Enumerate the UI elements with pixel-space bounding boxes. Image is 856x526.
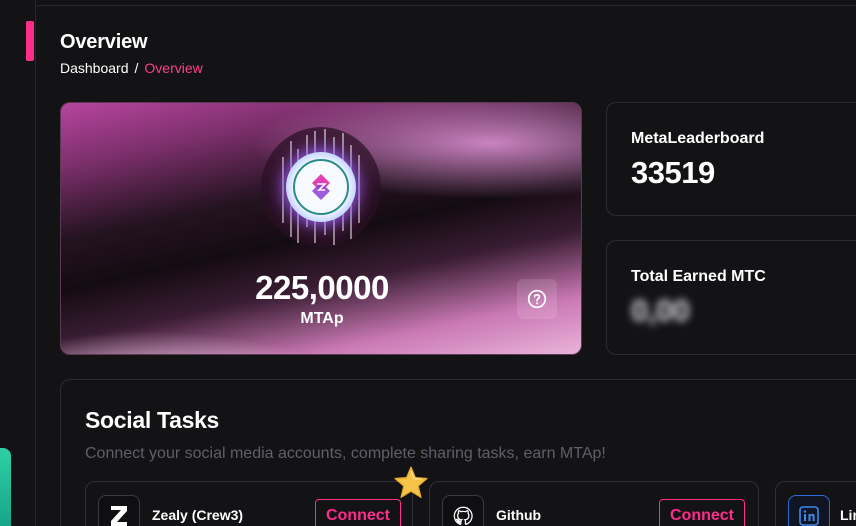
mtap-coin: [261, 127, 381, 247]
github-icon: [442, 495, 484, 526]
stat-value-blurred: 0,00: [631, 293, 690, 328]
stat-label: Total Earned MTC: [631, 268, 766, 285]
balance-unit: MTAp: [300, 310, 344, 327]
metaleaderboard-card: MetaLeaderboard 33519: [606, 102, 856, 216]
task-card-zealy: Zealy (Crew3) Connect: [85, 481, 413, 526]
zealy-icon: [98, 495, 140, 526]
task-name: Zealy (Crew3): [152, 507, 244, 523]
social-tasks-panel: Social Tasks Connect your social media a…: [60, 379, 856, 526]
help-circle-icon: [527, 289, 547, 309]
social-tasks-title: Social Tasks: [85, 407, 220, 433]
breadcrumb-separator: /: [134, 60, 139, 76]
stat-label: MetaLeaderboard: [631, 130, 765, 147]
page-title: Overview: [60, 31, 148, 53]
balance-value: 225,0000: [255, 269, 389, 306]
breadcrumb-overview: Overview: [144, 60, 203, 76]
breadcrumb-dashboard[interactable]: Dashboard: [60, 60, 129, 76]
sidebar-rail: [0, 0, 36, 526]
coin-inner: [293, 159, 349, 215]
sidebar-teal-tab[interactable]: [0, 448, 11, 526]
balance-card: 225,0000 MTAp: [60, 102, 582, 355]
task-card-github: Github Connect: [429, 481, 759, 526]
metatime-logo-icon: [312, 174, 330, 200]
help-button[interactable]: [517, 279, 557, 319]
connect-zealy-button[interactable]: Connect: [315, 499, 401, 526]
task-name: Lin: [840, 507, 856, 523]
social-tasks-subtitle: Connect your social media accounts, comp…: [85, 445, 606, 462]
star-icon: [394, 466, 428, 498]
coin-face: [286, 152, 356, 222]
header-divider: [36, 5, 856, 6]
page: Overview Dashboard / Overview 225,0000 M…: [0, 0, 856, 526]
breadcrumb: Dashboard / Overview: [60, 60, 203, 76]
stat-value: 33519: [631, 155, 715, 190]
total-earned-card: Total Earned MTC 0,00: [606, 240, 856, 355]
task-card-linkedin: Lin: [775, 481, 856, 526]
connect-github-button[interactable]: Connect: [659, 499, 745, 526]
active-nav-indicator: [26, 21, 34, 61]
linkedin-icon: [788, 495, 830, 526]
task-name: Github: [496, 507, 542, 523]
